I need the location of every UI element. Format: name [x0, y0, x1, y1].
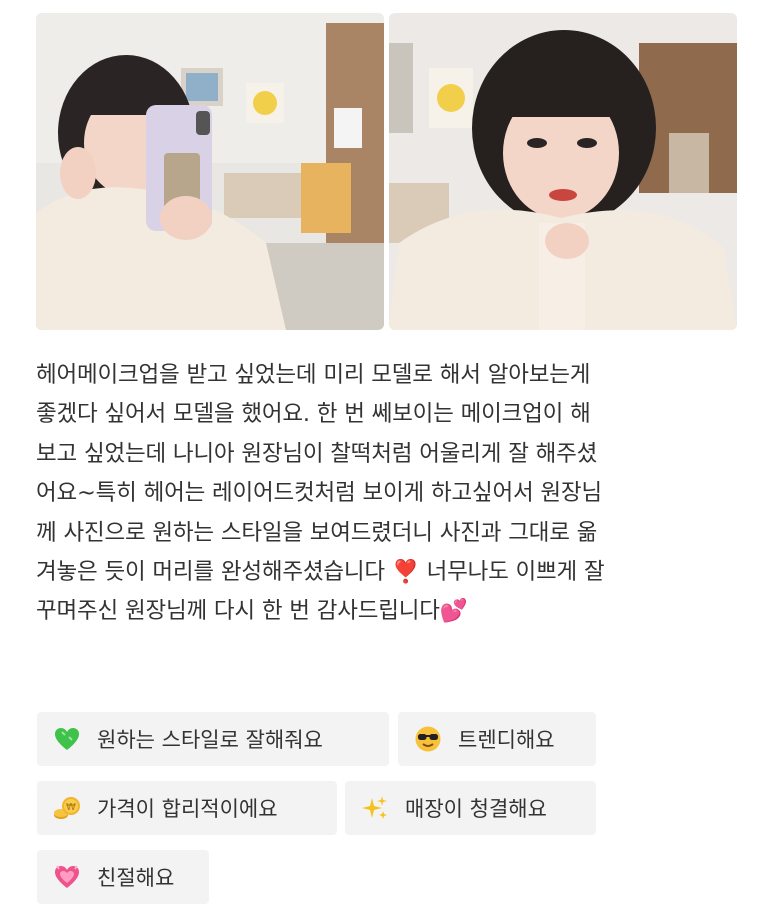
sparkles-icon	[361, 794, 389, 822]
sunglasses-face-icon	[414, 725, 442, 753]
svg-text:₩: ₩	[66, 802, 76, 813]
review-photo-1[interactable]	[36, 13, 384, 330]
tag-label: 트렌디해요	[458, 728, 555, 752]
green-heart-icon	[53, 725, 81, 753]
tag-good-style[interactable]: 원하는 스타일로 잘해줘요	[37, 712, 389, 766]
review-photo-2-image	[389, 13, 737, 330]
review-photo-1-image	[36, 13, 384, 330]
photo-gallery	[36, 13, 737, 330]
tag-reasonable-price[interactable]: ₩ 가격이 합리적이에요	[37, 781, 337, 835]
tag-label: 매장이 청결해요	[405, 797, 547, 821]
tag-kind[interactable]: 친절해요	[37, 850, 209, 904]
review-text: 헤어메이크업을 받고 싶었는데 미리 모델로 해서 알아보는게 좋겠다 싶어서 …	[36, 362, 605, 625]
tag-clean-store[interactable]: 매장이 청결해요	[345, 781, 596, 835]
tag-label: 친절해요	[97, 866, 175, 890]
pink-heart-icon	[53, 863, 81, 891]
coins-icon: ₩	[53, 794, 81, 822]
tag-trendy[interactable]: 트렌디해요	[398, 712, 596, 766]
tag-label: 가격이 합리적이에요	[97, 797, 278, 821]
review-photo-2[interactable]	[389, 13, 737, 330]
tag-label: 원하는 스타일로 잘해줘요	[97, 728, 323, 752]
